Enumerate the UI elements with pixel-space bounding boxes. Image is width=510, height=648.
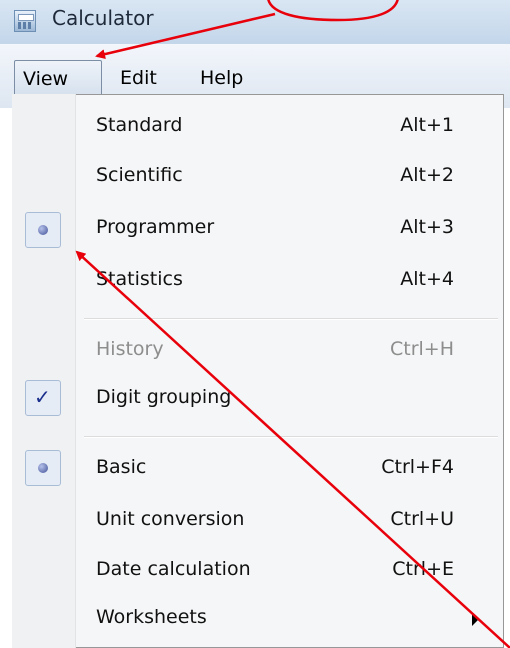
menu-item-worksheets[interactable]: Worksheets	[76, 596, 496, 644]
menu-item-label: Date calculation	[96, 558, 251, 580]
menu-edit[interactable]: Edit	[112, 60, 165, 96]
menu-item-label: Unit conversion	[96, 508, 245, 530]
menu-item-shortcut: Ctrl+H	[389, 338, 454, 360]
menu-separator	[84, 436, 498, 438]
checkmark-icon: ✓	[34, 385, 51, 409]
menu-item-basic[interactable]: Basic Ctrl+F4	[76, 446, 496, 494]
menu-icon-gutter	[12, 94, 76, 648]
title-bar: Calculator	[0, 0, 510, 44]
menu-item-label: Digit grouping	[96, 386, 232, 408]
basic-radio-indicator	[25, 450, 61, 486]
menu-item-shortcut: Ctrl+F4	[381, 456, 454, 478]
menu-item-statistics[interactable]: Statistics Alt+4	[76, 258, 496, 306]
submenu-arrow-icon	[472, 614, 478, 626]
menu-item-label: Scientific	[96, 164, 183, 186]
menu-item-shortcut: Alt+2	[400, 164, 454, 186]
calculator-app-icon	[14, 10, 36, 32]
menu-item-label: Programmer	[96, 216, 215, 238]
menu-item-label: Basic	[96, 456, 147, 478]
programmer-radio-indicator	[25, 212, 61, 248]
menu-help[interactable]: Help	[192, 60, 251, 96]
menu-item-shortcut: Alt+3	[400, 216, 454, 238]
digit-grouping-check-indicator: ✓	[25, 380, 61, 416]
radio-dot-icon	[38, 225, 48, 235]
menu-item-date-calculation[interactable]: Date calculation Ctrl+E	[76, 548, 496, 596]
menu-item-label: Standard	[96, 114, 183, 136]
menu-view[interactable]: View	[14, 60, 102, 96]
menu-item-digit-grouping[interactable]: Digit grouping	[76, 376, 496, 424]
radio-dot-icon	[38, 463, 48, 473]
menu-item-history: History Ctrl+H	[76, 328, 496, 376]
menu-item-shortcut: Alt+4	[400, 268, 454, 290]
menu-item-shortcut: Ctrl+U	[390, 508, 454, 530]
menu-item-standard[interactable]: Standard Alt+1	[76, 104, 496, 152]
menu-item-shortcut: Alt+1	[400, 114, 454, 136]
menu-item-scientific[interactable]: Scientific Alt+2	[76, 154, 496, 202]
menu-item-unit-conversion[interactable]: Unit conversion Ctrl+U	[76, 498, 496, 546]
menu-item-label: History	[96, 338, 164, 360]
menu-separator	[84, 318, 498, 320]
menu-item-programmer[interactable]: Programmer Alt+3	[76, 206, 496, 254]
menu-item-label: Statistics	[96, 268, 183, 290]
window-title: Calculator	[52, 6, 154, 30]
menu-item-label: Worksheets	[96, 606, 207, 628]
menu-item-shortcut: Ctrl+E	[392, 558, 454, 580]
